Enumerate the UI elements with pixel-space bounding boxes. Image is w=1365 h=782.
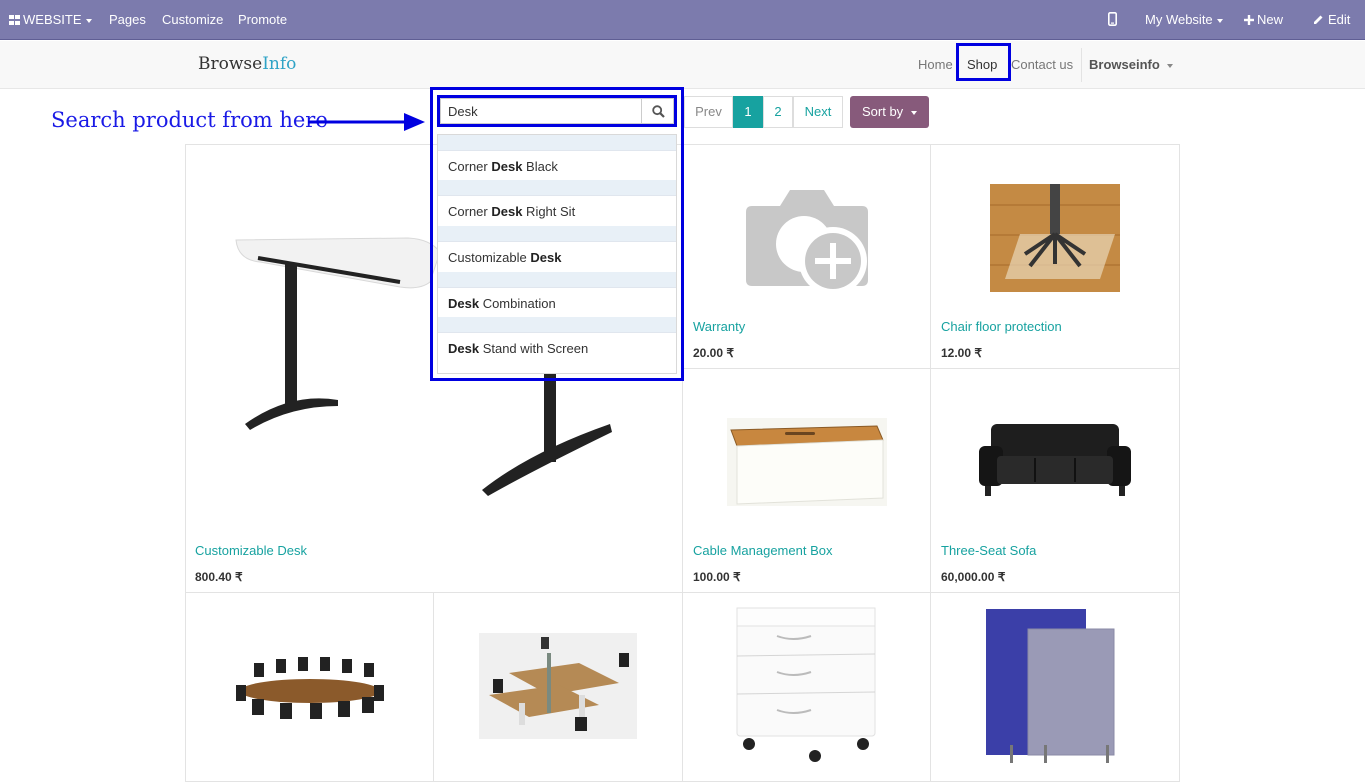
workstation-product-image[interactable]: [479, 633, 637, 739]
new-label: New: [1257, 12, 1284, 27]
cable-box-product-image[interactable]: [727, 418, 887, 506]
website-menu[interactable]: WEBSITE: [9, 0, 92, 40]
site-selector[interactable]: My Website: [1145, 0, 1223, 40]
user-menu[interactable]: Browseinfo: [1089, 57, 1173, 72]
product-name[interactable]: Warranty: [693, 319, 745, 334]
plus-icon: [1244, 15, 1254, 25]
product-price: 100.00 ₹: [693, 570, 741, 584]
site-selector-label: My Website: [1145, 12, 1213, 27]
meeting-table-product-image[interactable]: [232, 655, 388, 721]
product-name[interactable]: Chair floor protection: [941, 319, 1062, 334]
admin-bar: WEBSITE Pages Customize Promote My Websi…: [0, 0, 1365, 40]
sort-by-label: Sort by: [862, 104, 904, 119]
chevron-down-icon: [1216, 18, 1223, 23]
logo-text-accent: Info: [262, 54, 297, 74]
drawer-product-image[interactable]: [733, 606, 879, 764]
pager-prev[interactable]: Prev: [684, 96, 733, 128]
pager-page-2[interactable]: 2: [763, 96, 793, 128]
sofa-product-image[interactable]: [977, 422, 1133, 500]
product-price: 20.00 ₹: [693, 346, 734, 360]
menu-customize[interactable]: Customize: [162, 0, 223, 40]
mobile-icon: [1108, 12, 1118, 26]
chevron-down-icon: [911, 110, 918, 115]
logo-text: Browse: [198, 54, 263, 74]
menu-promote[interactable]: Promote: [238, 0, 287, 40]
sort-by-button[interactable]: Sort by: [850, 96, 929, 128]
pager-page-1[interactable]: 1: [733, 96, 763, 128]
camera-placeholder-icon: [746, 190, 868, 295]
chevron-down-icon: [1166, 63, 1173, 68]
website-label: WEBSITE: [23, 12, 82, 27]
new-button[interactable]: New: [1244, 0, 1283, 40]
screen-panel-product-image[interactable]: [982, 605, 1118, 765]
mobile-preview-button[interactable]: [1108, 0, 1118, 40]
pencil-icon: [1314, 15, 1323, 24]
menu-pages[interactable]: Pages: [109, 0, 146, 40]
annotation-arrow-icon: [308, 113, 425, 131]
edit-button[interactable]: Edit: [1313, 0, 1350, 40]
annotation-text: Search product from here: [51, 108, 328, 132]
chevron-down-icon: [85, 18, 92, 23]
search-highlight-outer-box: [430, 87, 684, 381]
pager-next[interactable]: Next: [793, 96, 843, 128]
nav-divider: [1081, 48, 1082, 82]
product-price: 60,000.00 ₹: [941, 570, 1006, 584]
edit-label: Edit: [1328, 12, 1351, 27]
apps-grid-icon: [9, 15, 20, 25]
site-logo[interactable]: BrowseInfo: [198, 54, 296, 74]
user-name: Browseinfo: [1089, 57, 1160, 72]
shop-highlight-box: [956, 43, 1011, 81]
nav-contact[interactable]: Contact us: [1011, 57, 1073, 72]
product-name[interactable]: Three-Seat Sofa: [941, 543, 1036, 558]
product-price: 800.40 ₹: [195, 570, 243, 584]
nav-home[interactable]: Home: [918, 57, 953, 72]
chair-floor-product-image[interactable]: [990, 184, 1120, 292]
product-price: 12.00 ₹: [941, 346, 982, 360]
product-name[interactable]: Cable Management Box: [693, 543, 832, 558]
search-highlight-input-box: [437, 95, 677, 127]
product-name[interactable]: Customizable Desk: [195, 543, 307, 558]
